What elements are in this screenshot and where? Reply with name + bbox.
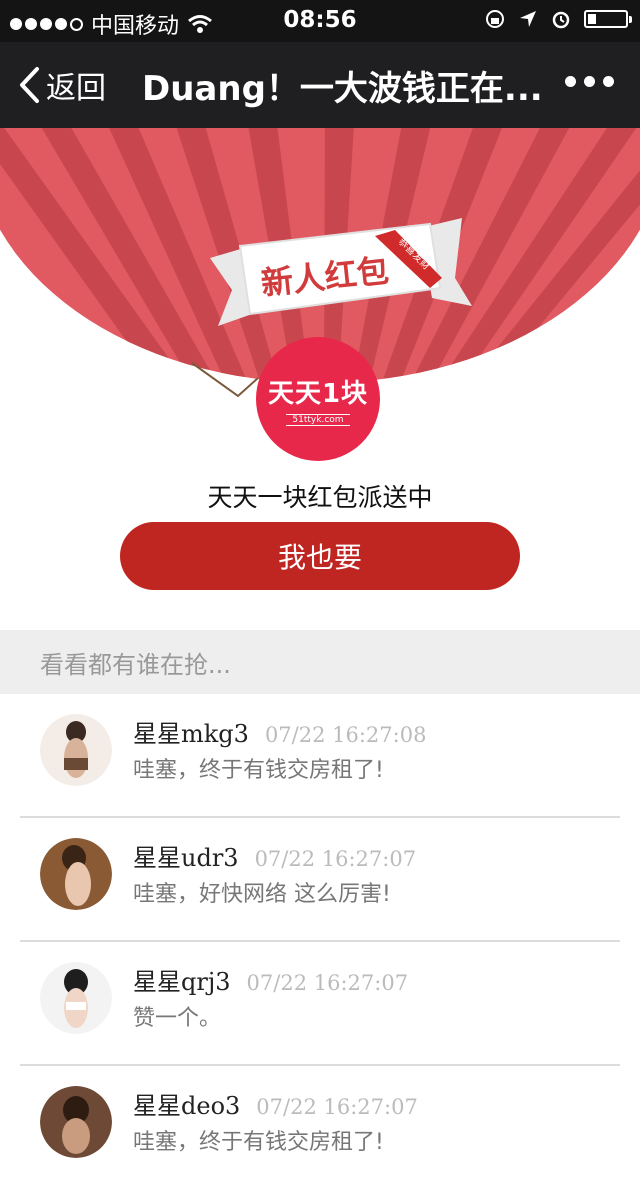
claim-button[interactable]: 我也要 — [120, 522, 520, 590]
list-item[interactable]: 星星deo3 07/22 16:27:07 哇塞，终于有钱交房租了! — [0, 1066, 640, 1190]
list-item[interactable]: 星星mkg3 07/22 16:27:08 哇塞，终于有钱交房租了! — [0, 694, 640, 818]
section-header: 看看都有谁在抢... — [0, 630, 640, 694]
timestamp: 07/22 16:27:08 — [264, 723, 427, 747]
user-name: 星星mkg3 — [133, 720, 249, 748]
nav-bar: 返回 Duang！一大波钱正在... — [0, 42, 640, 128]
more-dot-icon — [584, 76, 595, 87]
battery-icon — [584, 10, 632, 28]
timestamp: 07/22 16:27:07 — [256, 1095, 418, 1119]
promo-headline: 天天一块红包派送中 — [207, 483, 433, 512]
user-message: 哇塞，终于有钱交房租了! — [133, 1130, 384, 1155]
user-name-line: 星星deo3 07/22 16:27:07 — [133, 1086, 418, 1121]
user-message: 哇塞，好快网络 这么厉害! — [133, 882, 391, 907]
alarm-icon — [552, 11, 570, 29]
rotation-lock-icon — [486, 10, 504, 28]
user-name-line: 星星mkg3 07/22 16:27:08 — [133, 714, 426, 749]
logo-domain: 51ttyk.com — [286, 413, 350, 426]
user-name-line: 星星qrj3 07/22 16:27:07 — [133, 962, 408, 997]
more-menu-button[interactable] — [565, 76, 614, 87]
status-bar: 中国移动 08:56 — [0, 0, 640, 42]
user-name: 星星udr3 — [133, 844, 239, 872]
timestamp: 07/22 16:27:07 — [254, 847, 417, 871]
status-icons — [484, 8, 632, 30]
timestamp: 07/22 16:27:07 — [246, 971, 409, 995]
user-name: 星星qrj3 — [133, 968, 231, 996]
more-dot-icon — [603, 76, 614, 87]
brand-logo: 天天1块 51ttyk.com — [256, 337, 380, 461]
page-title: Duang！一大波钱正在... — [142, 68, 543, 109]
chevron-left-icon — [20, 67, 39, 103]
avatar — [40, 838, 112, 910]
user-name: 星星deo3 — [133, 1092, 241, 1120]
avatar — [40, 714, 112, 786]
more-dot-icon — [565, 76, 576, 87]
list-item[interactable]: 星星qrj3 07/22 16:27:07 赞一个。 — [0, 942, 640, 1066]
avatar — [40, 1086, 112, 1158]
location-arrow-icon — [520, 11, 536, 27]
user-name-line: 星星udr3 07/22 16:27:07 — [133, 838, 416, 873]
logo-text: 天天1块 — [267, 378, 369, 409]
back-button[interactable]: 返回 — [18, 42, 106, 128]
user-message: 哇塞，终于有钱交房租了! — [133, 758, 384, 783]
user-message: 赞一个。 — [133, 1006, 222, 1031]
list-item[interactable]: 星星udr3 07/22 16:27:07 哇塞，好快网络 这么厉害! — [0, 818, 640, 942]
grab-feed-list: 星星mkg3 07/22 16:27:08 哇塞，终于有钱交房租了! 星星udr3… — [0, 694, 640, 1190]
back-label: 返回 — [46, 71, 106, 106]
avatar — [40, 962, 112, 1034]
